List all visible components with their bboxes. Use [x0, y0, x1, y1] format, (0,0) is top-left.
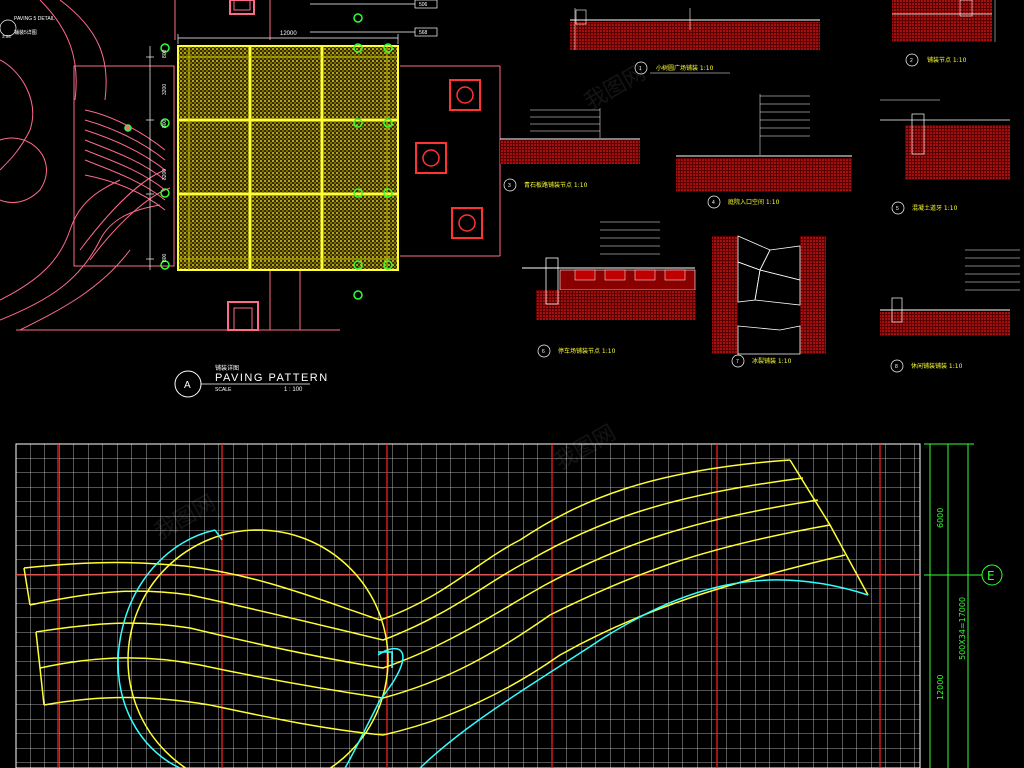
dim-top-label: 12000 — [280, 31, 297, 37]
paving-plan: 12000 800 3200 800 3200 800 506 568 PAVI… — [0, 0, 501, 398]
watermark-1: 我图网 — [581, 61, 651, 116]
axis-label-e: E — [987, 569, 995, 583]
corner-cn: 铺装5详图 — [14, 29, 37, 36]
section-3-title: 青石板路铺装节点 1:10 — [524, 181, 588, 189]
section-4-num: 4 — [712, 200, 715, 206]
dim-left-4: 800 — [162, 253, 168, 262]
dim-left-1: 3200 — [162, 84, 168, 95]
section-4: 4 庭院入口空间 1:10 — [676, 94, 852, 209]
dim-upper-label: 6000 — [936, 508, 945, 528]
section-6-title: 停车场铺装节点 1:10 — [558, 347, 616, 355]
section-7-title: 冰裂铺装 1:10 — [752, 357, 792, 365]
organic-edge-lines — [0, 0, 161, 331]
planter-boxes — [415, 79, 483, 239]
section-5: 5 混凝土道牙 1:10 — [880, 99, 1010, 215]
corner-label: PAVING 5 DETAIL — [14, 16, 55, 22]
section-6: 6 停车场铺装节点 1:10 — [522, 221, 696, 358]
scale-value: 1 : 100 — [284, 387, 303, 393]
section-3: 3 青石板路铺装节点 1:10 — [500, 108, 640, 192]
scale-label: SCALE — [215, 387, 232, 393]
corner-ref: 3.05 — [2, 34, 11, 39]
section-7: 7 冰裂铺装 1:10 — [712, 235, 826, 368]
title-en: PAVING PATTERN — [215, 372, 329, 384]
dim-left-labels: 800 3200 800 3200 800 — [162, 49, 168, 262]
callout-568: 568 — [419, 30, 428, 36]
section-8-title: 休闲铺装铺装 1:10 — [911, 362, 963, 370]
section-1: 1 小树圆广场铺装 1:10 — [570, 8, 820, 75]
planter-bottom — [227, 301, 259, 331]
section-7-num: 7 — [736, 359, 739, 365]
section-3-num: 3 — [508, 183, 511, 189]
section-2-title: 铺装节点 1:10 — [927, 56, 967, 64]
section-8-num: 8 — [895, 364, 898, 370]
cad-drawing-canvas: 12000 800 3200 800 3200 800 506 568 PAVI… — [0, 0, 1020, 768]
callout-tags: 506 568 — [414, 0, 438, 37]
section-6-num: 6 — [542, 349, 545, 355]
dim-left-0: 800 — [162, 49, 168, 58]
title-ref-letter: A — [184, 380, 191, 391]
title-cn: 铺装详图 — [215, 364, 239, 372]
fan-stair-feature — [73, 65, 175, 267]
section-8: 8 休闲铺装铺装 1:10 — [880, 249, 1020, 373]
section-2: 2 铺装节点 1:10 — [892, 0, 996, 67]
callout-506: 506 — [419, 2, 428, 8]
plan-title-block: A 铺装详图 PAVING PATTERN SCALE 1 : 100 — [174, 364, 329, 398]
dim-left-3: 3200 — [162, 169, 168, 180]
dim-total-label: 500X34=17000 — [958, 597, 967, 660]
section-1-title: 小树圆广场铺装 1:10 — [656, 64, 714, 72]
section-details: 1 小树圆广场铺装 1:10 2 铺装节点 1:10 3 青石板路铺装节点 1:… — [500, 0, 1020, 373]
section-5-num: 5 — [896, 206, 899, 212]
dim-lower-label: 12000 — [936, 675, 945, 700]
dim-left-2: 800 — [162, 119, 168, 128]
paving-square — [177, 45, 399, 271]
detail-reference: PAVING 5 DETAIL 铺装5详图 3.05 — [0, 16, 55, 39]
grid-plan: 6000 12000 500X34=17000 E — [15, 443, 1003, 768]
section-2-num: 2 — [910, 58, 913, 64]
section-5-title: 混凝土道牙 1:10 — [912, 204, 958, 212]
section-4-title: 庭院入口空间 1:10 — [728, 198, 780, 206]
